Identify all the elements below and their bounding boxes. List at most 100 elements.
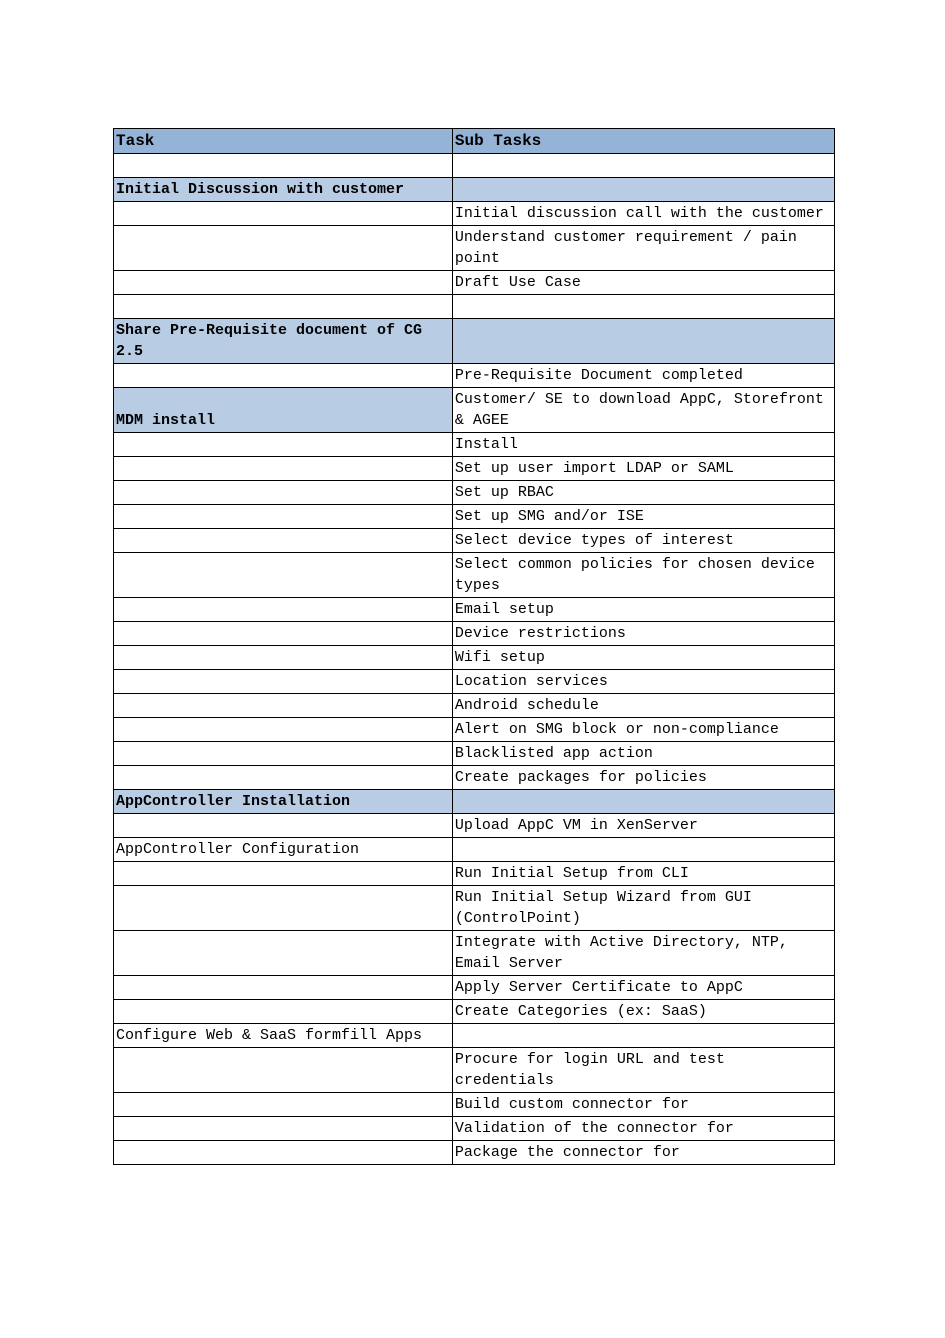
table-row: Select common policies for chosen device… <box>114 553 835 598</box>
section-task-cell: Share Pre-Requisite document of CG 2.5 <box>114 319 453 364</box>
sub-task-cell: Pre-Requisite Document completed <box>452 364 834 388</box>
table-row: Android schedule <box>114 694 835 718</box>
table-row: MDM installCustomer/ SE to download AppC… <box>114 388 835 433</box>
empty-task-cell <box>114 976 453 1000</box>
header-sub: Sub Tasks <box>452 129 834 154</box>
table-row: Integrate with Active Directory, NTP, Em… <box>114 931 835 976</box>
sub-task-cell: Initial discussion call with the custome… <box>452 202 834 226</box>
sub-task-cell <box>452 319 834 364</box>
empty-task-cell <box>114 931 453 976</box>
table-row: Understand customer requirement / pain p… <box>114 226 835 271</box>
section-task-cell: AppController Installation <box>114 790 453 814</box>
sub-task-cell: Select common policies for chosen device… <box>452 553 834 598</box>
empty-task-cell <box>114 862 453 886</box>
sub-task-cell: Run Initial Setup from CLI <box>452 862 834 886</box>
table-row: Email setup <box>114 598 835 622</box>
empty-task-cell <box>114 814 453 838</box>
table-row: Initial discussion call with the custome… <box>114 202 835 226</box>
sub-task-cell: Create Categories (ex: SaaS) <box>452 1000 834 1024</box>
sub-task-cell: Validation of the connector for <box>452 1117 834 1141</box>
table-row: Create Categories (ex: SaaS) <box>114 1000 835 1024</box>
empty-task-cell <box>114 1093 453 1117</box>
sub-task-cell: Select device types of interest <box>452 529 834 553</box>
table-row: Draft Use Case <box>114 271 835 295</box>
sub-task-cell <box>452 1024 834 1048</box>
sub-task-cell: Location services <box>452 670 834 694</box>
table-row: Blacklisted app action <box>114 742 835 766</box>
empty-task-cell <box>114 766 453 790</box>
empty-task-cell <box>114 646 453 670</box>
table-row: Upload AppC VM in XenServer <box>114 814 835 838</box>
table-row <box>114 154 835 178</box>
empty-task-cell <box>114 226 453 271</box>
section-task-cell: MDM install <box>114 388 453 433</box>
sub-task-cell: Wifi setup <box>452 646 834 670</box>
sub-task-cell <box>452 178 834 202</box>
sub-task-cell: Procure for login URL and test credentia… <box>452 1048 834 1093</box>
sub-task-cell: Build custom connector for <box>452 1093 834 1117</box>
table-row: Run Initial Setup from CLI <box>114 862 835 886</box>
empty-task-cell <box>114 694 453 718</box>
empty-task-cell <box>114 1048 453 1093</box>
table-header-row: TaskSub Tasks <box>114 129 835 154</box>
empty-task-cell <box>114 622 453 646</box>
table-row: Package the connector for <box>114 1141 835 1165</box>
empty-task-cell <box>114 364 453 388</box>
table-row: Procure for login URL and test credentia… <box>114 1048 835 1093</box>
table-row: Set up RBAC <box>114 481 835 505</box>
table-row: Build custom connector for <box>114 1093 835 1117</box>
sub-task-cell: Understand customer requirement / pain p… <box>452 226 834 271</box>
sub-task-cell: Android schedule <box>452 694 834 718</box>
table-row: Configure Web & SaaS formfill Apps <box>114 1024 835 1048</box>
sub-task-cell: Email setup <box>452 598 834 622</box>
spacer-cell <box>114 295 453 319</box>
table-row: Set up user import LDAP or SAML <box>114 457 835 481</box>
empty-task-cell <box>114 670 453 694</box>
table-row: Share Pre-Requisite document of CG 2.5 <box>114 319 835 364</box>
table-row: Alert on SMG block or non-compliance <box>114 718 835 742</box>
document-page: TaskSub Tasks Initial Discussion with cu… <box>0 0 945 1165</box>
section-task-cell: Initial Discussion with customer <box>114 178 453 202</box>
empty-task-cell <box>114 481 453 505</box>
table-row <box>114 295 835 319</box>
table-row: Validation of the connector for <box>114 1117 835 1141</box>
empty-task-cell <box>114 202 453 226</box>
empty-task-cell <box>114 457 453 481</box>
sub-task-cell: Integrate with Active Directory, NTP, Em… <box>452 931 834 976</box>
sub-task-cell: Device restrictions <box>452 622 834 646</box>
empty-task-cell <box>114 718 453 742</box>
sub-task-cell: Alert on SMG block or non-compliance <box>452 718 834 742</box>
empty-task-cell <box>114 1141 453 1165</box>
table-row: Install <box>114 433 835 457</box>
table-row: Set up SMG and/or ISE <box>114 505 835 529</box>
empty-task-cell <box>114 598 453 622</box>
sub-task-cell: Upload AppC VM in XenServer <box>452 814 834 838</box>
table-row: Create packages for policies <box>114 766 835 790</box>
empty-task-cell <box>114 529 453 553</box>
table-row: Location services <box>114 670 835 694</box>
table-row: Run Initial Setup Wizard from GUI (Contr… <box>114 886 835 931</box>
sub-task-cell: Set up RBAC <box>452 481 834 505</box>
sub-task-cell <box>452 790 834 814</box>
empty-task-cell <box>114 433 453 457</box>
spacer-cell <box>452 154 834 178</box>
table-row: Device restrictions <box>114 622 835 646</box>
sub-task-cell: Install <box>452 433 834 457</box>
sub-task-cell: Create packages for policies <box>452 766 834 790</box>
spacer-cell <box>114 154 453 178</box>
table-row: Initial Discussion with customer <box>114 178 835 202</box>
sub-task-cell: Set up user import LDAP or SAML <box>452 457 834 481</box>
sub-task-cell: Package the connector for <box>452 1141 834 1165</box>
empty-task-cell <box>114 742 453 766</box>
task-cell: AppController Configuration <box>114 838 453 862</box>
sub-task-cell: Run Initial Setup Wizard from GUI (Contr… <box>452 886 834 931</box>
sub-task-cell <box>452 838 834 862</box>
table-row: AppController Installation <box>114 790 835 814</box>
table-row: Wifi setup <box>114 646 835 670</box>
sub-task-cell: Draft Use Case <box>452 271 834 295</box>
empty-task-cell <box>114 886 453 931</box>
empty-task-cell <box>114 1000 453 1024</box>
spacer-cell <box>452 295 834 319</box>
empty-task-cell <box>114 505 453 529</box>
table-row: Apply Server Certificate to AppC <box>114 976 835 1000</box>
